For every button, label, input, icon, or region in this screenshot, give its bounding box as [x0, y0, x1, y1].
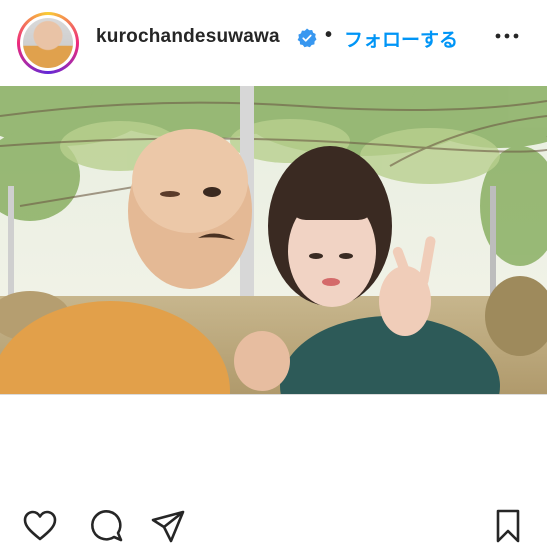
share-button[interactable]: [150, 508, 186, 544]
separator-dot: •: [325, 24, 333, 46]
like-button[interactable]: [22, 508, 58, 544]
follow-button[interactable]: フォローする: [344, 25, 458, 52]
post-photo-illustration: [0, 86, 547, 394]
bookmark-button[interactable]: [490, 508, 526, 544]
bookmark-icon: [496, 509, 520, 543]
heart-icon: [23, 510, 57, 541]
more-options-icon[interactable]: [494, 22, 520, 48]
avatar[interactable]: [17, 12, 79, 74]
photo-divider: [0, 394, 547, 395]
post-photo[interactable]: [0, 86, 547, 394]
verified-badge-icon: [297, 28, 317, 48]
username[interactable]: kurochandesuwawa: [96, 26, 280, 48]
comment-icon: [91, 510, 123, 542]
share-icon: [151, 510, 185, 543]
post-header: kurochandesuwawa • フォローする: [0, 0, 547, 86]
avatar-image: [23, 18, 73, 68]
action-bar: [0, 500, 547, 552]
comment-button[interactable]: [88, 508, 124, 544]
